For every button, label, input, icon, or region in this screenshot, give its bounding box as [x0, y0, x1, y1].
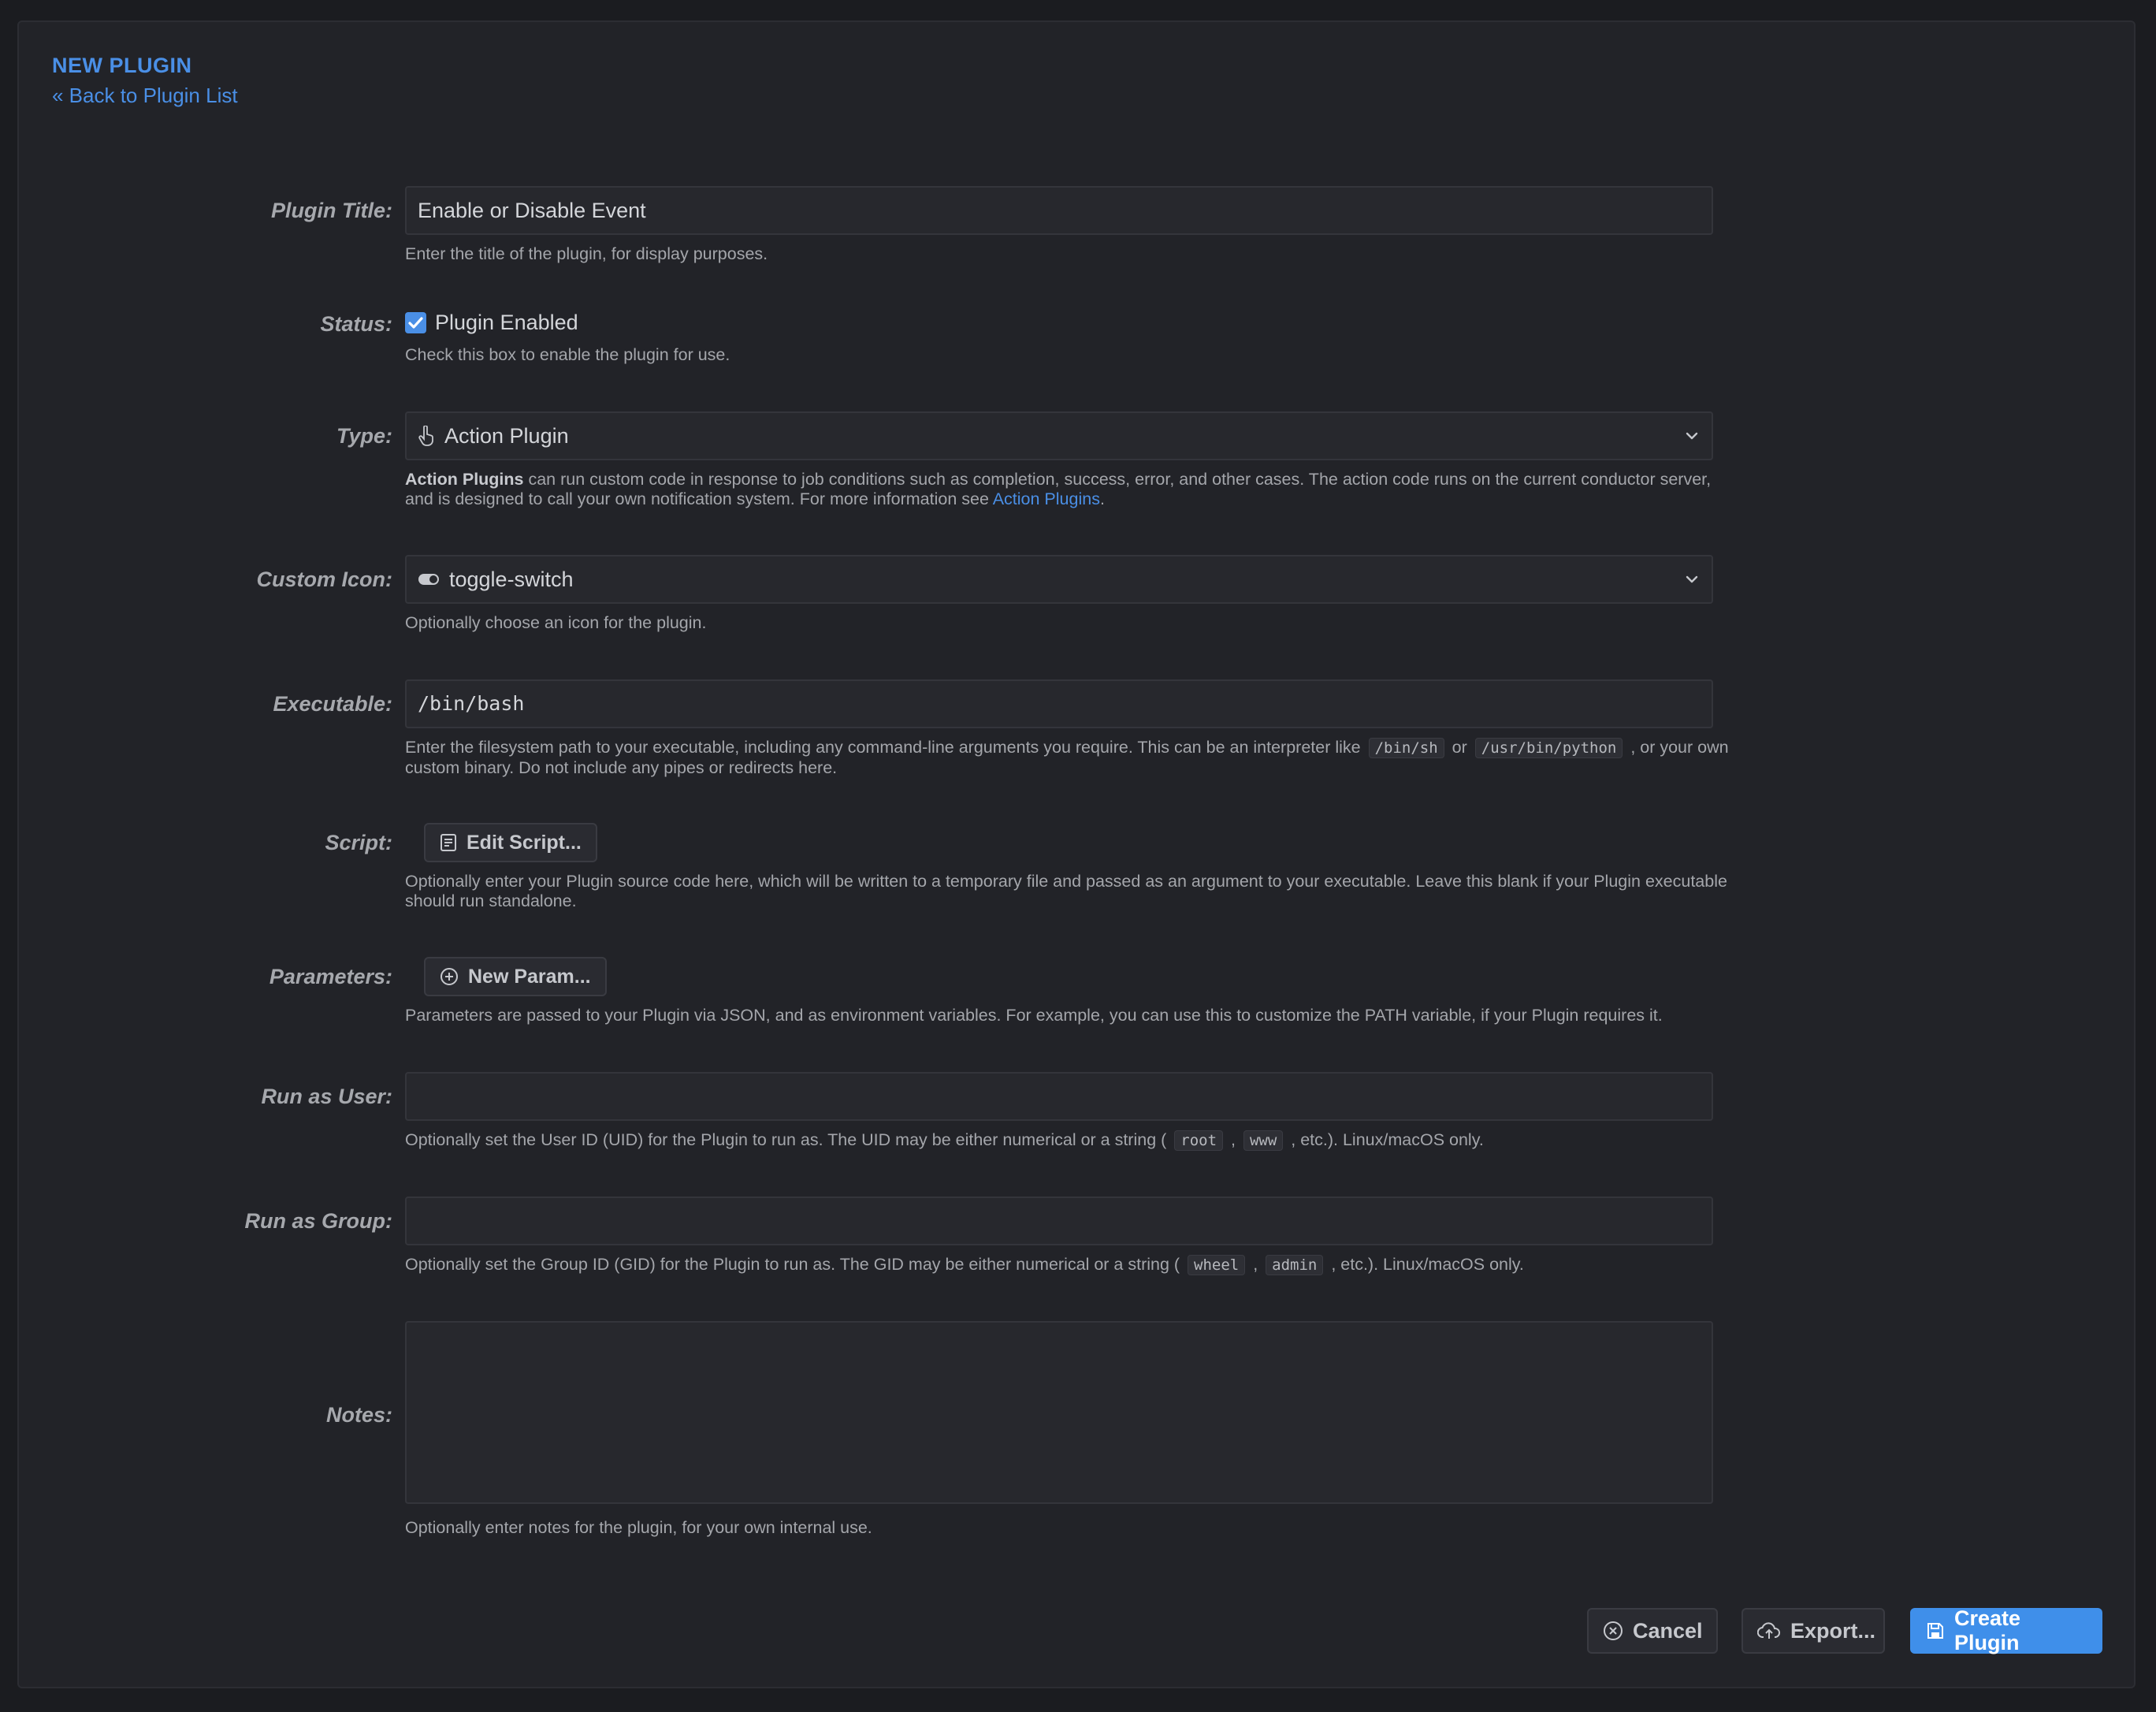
action-plugins-link[interactable]: Action Plugins [993, 489, 1100, 508]
create-plugin-label: Create Plugin [1954, 1606, 2021, 1654]
chevron-down-icon [1686, 575, 1698, 583]
script-label: Script: [325, 831, 392, 854]
type-select[interactable]: Action Plugin [405, 411, 1713, 460]
hand-pointer-icon [418, 426, 435, 446]
executable-input[interactable]: /bin/bash [405, 679, 1713, 728]
plus-circle-icon [440, 967, 459, 986]
run-as-user-hint: Optionally set the User ID (UID) for the… [405, 1130, 1729, 1151]
type-label: Type: [336, 424, 392, 448]
run-as-user-hint-b: , [1226, 1130, 1240, 1149]
code-www: www [1243, 1130, 1284, 1151]
code-admin: admin [1266, 1255, 1324, 1275]
code-bin-sh: /bin/sh [1368, 738, 1444, 758]
edit-script-label: Edit Script... [467, 831, 582, 854]
notes-textarea[interactable] [405, 1321, 1713, 1504]
run-as-user-hint-a: Optionally set the User ID (UID) for the… [405, 1130, 1172, 1149]
run-as-group-hint-a: Optionally set the Group ID (GID) for th… [405, 1255, 1185, 1274]
custom-icon-label: Custom Icon: [256, 568, 393, 591]
parameters-hint: Parameters are passed to your Plugin via… [405, 1006, 1663, 1025]
page-title: NEW PLUGIN [52, 54, 192, 77]
run-as-group-hint-b: , [1248, 1255, 1263, 1274]
status-hint: Check this box to enable the plugin for … [405, 345, 730, 364]
save-icon [1926, 1621, 1945, 1640]
executable-hint: Enter the filesystem path to your execut… [405, 738, 1729, 778]
executable-hint-b: or [1447, 738, 1472, 757]
plugin-title-label: Plugin Title: [271, 199, 392, 222]
back-to-plugin-list-link[interactable]: « Back to Plugin List [52, 84, 238, 108]
plugin-title-hint: Enter the title of the plugin, for displ… [405, 244, 768, 263]
type-hint-end: . [1099, 489, 1105, 508]
run-as-user-label: Run as User: [261, 1085, 392, 1108]
custom-icon-hint: Optionally choose an icon for the plugin… [405, 613, 707, 632]
custom-icon-select[interactable]: toggle-switch [405, 555, 1713, 604]
run-as-group-hint-c: , etc.). Linux/macOS only. [1326, 1255, 1524, 1274]
new-param-button[interactable]: New Param... [424, 957, 607, 996]
status-label: Status: [320, 312, 392, 336]
custom-icon-value: toggle-switch [449, 568, 574, 591]
parameters-label: Parameters: [269, 965, 392, 988]
run-as-user-hint-c: , etc.). Linux/macOS only. [1286, 1130, 1484, 1149]
plugin-enabled-checkbox[interactable] [405, 312, 426, 333]
code-root: root [1174, 1130, 1224, 1151]
plugin-enabled-label[interactable]: Plugin Enabled [435, 311, 578, 335]
run-as-group-input[interactable] [405, 1197, 1713, 1245]
notes-label: Notes: [325, 1403, 392, 1427]
executable-hint-a: Enter the filesystem path to your execut… [405, 738, 1366, 757]
cancel-button[interactable]: Cancel [1587, 1608, 1718, 1654]
plugin-title-input[interactable]: Enable or Disable Event [405, 186, 1713, 235]
create-plugin-button[interactable]: Create Plugin [1910, 1606, 2102, 1654]
cancel-label: Cancel [1633, 1618, 1703, 1643]
file-text-icon [440, 833, 457, 852]
run-as-user-input[interactable] [405, 1072, 1713, 1121]
code-wheel: wheel [1188, 1255, 1246, 1275]
executable-label: Executable: [273, 692, 392, 716]
type-select-value: Action Plugin [444, 424, 569, 448]
export-label: Export... [1790, 1618, 1876, 1643]
run-as-group-label: Run as Group: [244, 1209, 393, 1233]
type-hint: Action Plugins can run custom code in re… [405, 470, 1729, 509]
code-usr-bin-python: /usr/bin/python [1474, 738, 1623, 758]
type-hint-bold: Action Plugins [405, 470, 524, 489]
run-as-group-hint: Optionally set the Group ID (GID) for th… [405, 1255, 1729, 1275]
edit-script-button[interactable]: Edit Script... [424, 823, 597, 862]
notes-hint: Optionally enter notes for the plugin, f… [405, 1518, 872, 1537]
cloud-upload-icon [1757, 1621, 1781, 1640]
chevron-down-icon [1686, 432, 1698, 440]
x-circle-icon [1603, 1621, 1623, 1641]
script-hint: Optionally enter your Plugin source code… [405, 872, 1727, 910]
toggle-switch-icon [418, 572, 440, 586]
checkmark-icon [408, 317, 423, 329]
export-button[interactable]: Export... [1742, 1608, 1885, 1654]
new-param-label: New Param... [468, 965, 591, 988]
